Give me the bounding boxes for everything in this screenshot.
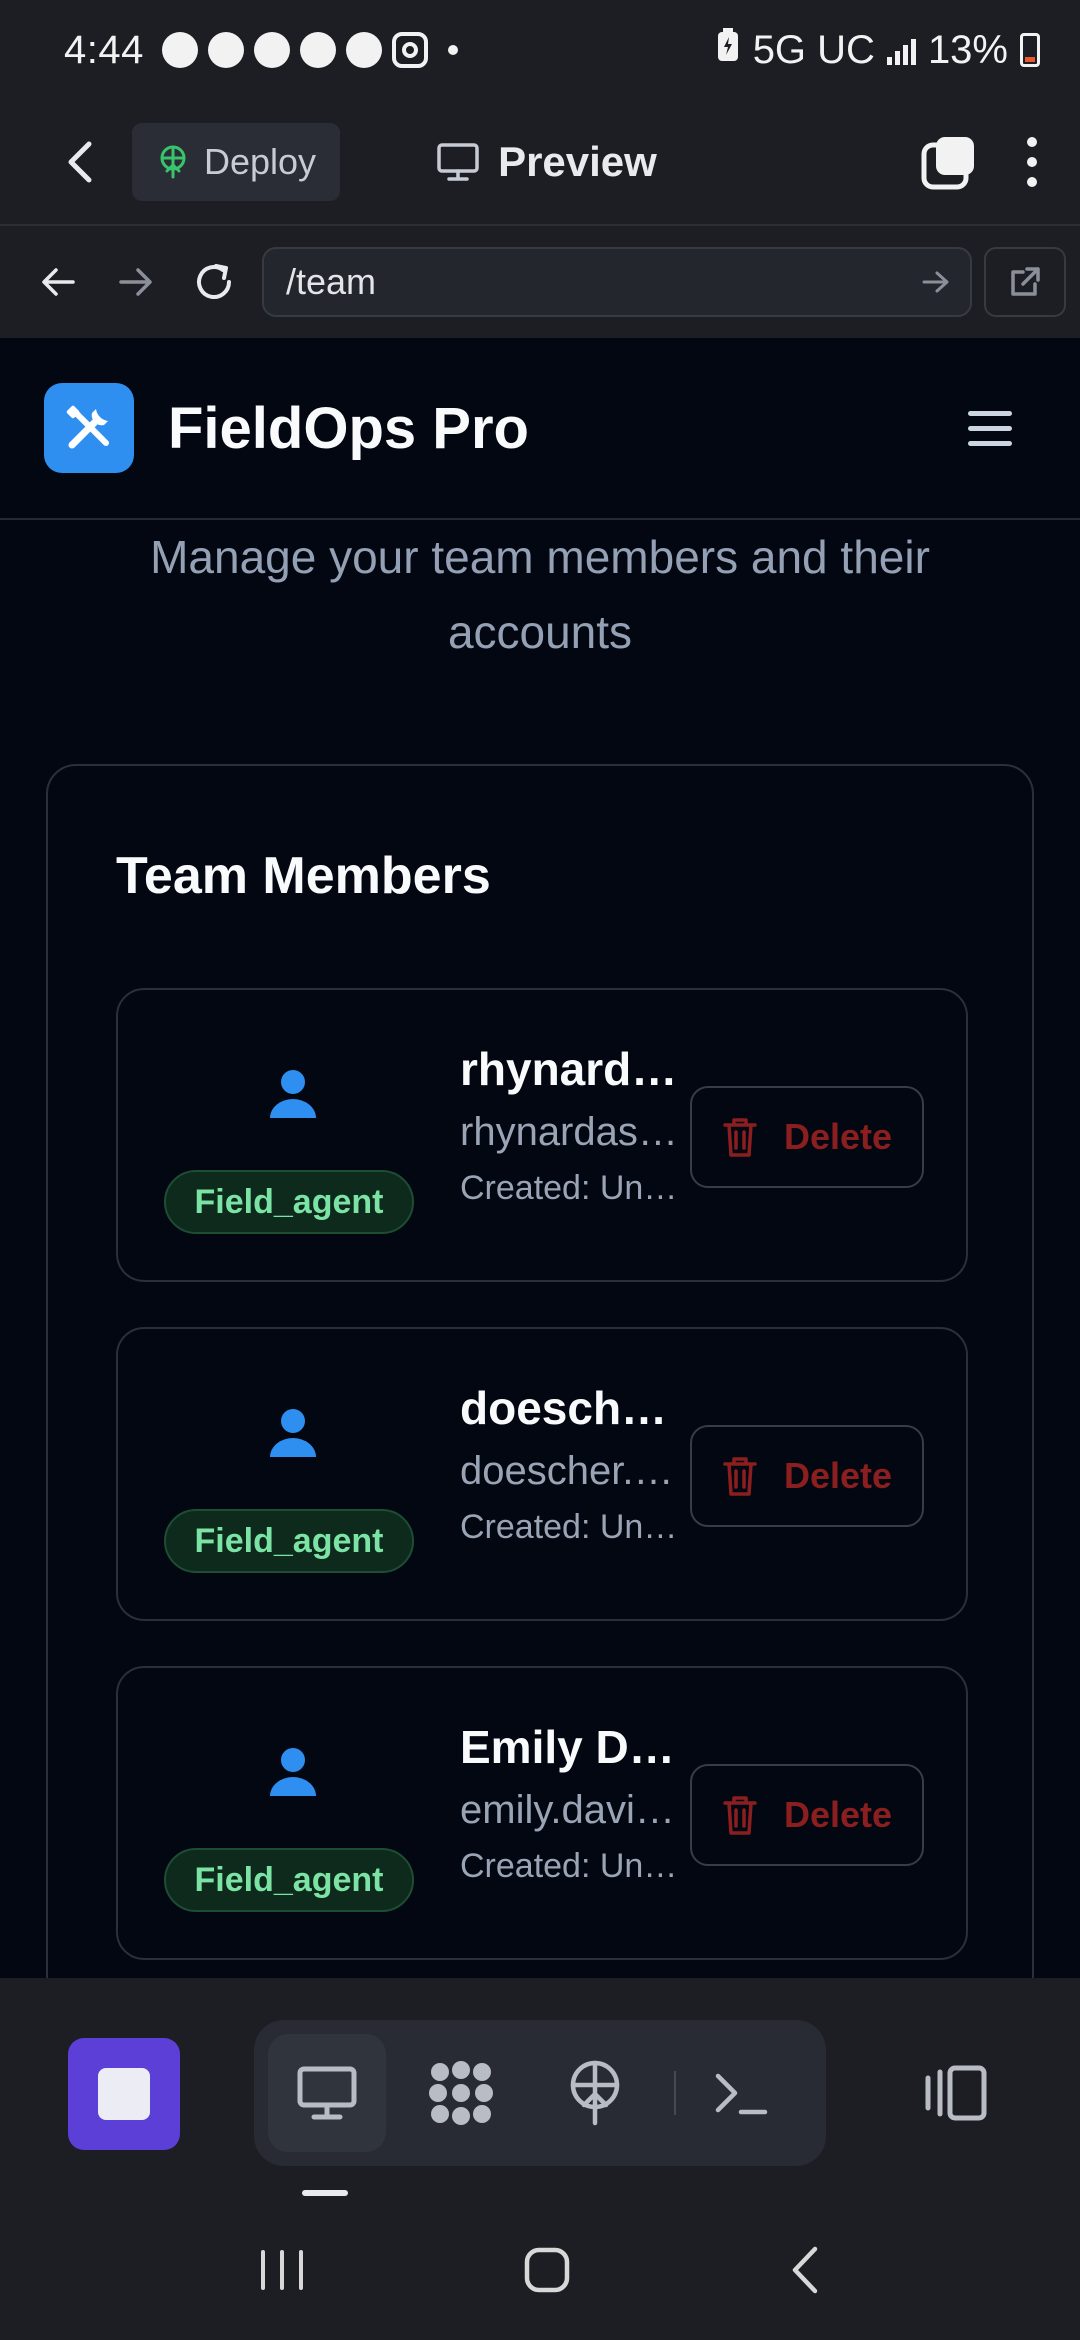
back-button[interactable]: [40, 122, 120, 202]
arrow-right-icon: [119, 268, 152, 296]
member-email: rhynardas…: [460, 1110, 678, 1154]
network-type: 5G UC: [752, 27, 875, 72]
member-email: emily.davi…: [460, 1788, 675, 1832]
notification-icons: [161, 32, 458, 68]
team-members-card: Team Members Field_agent rhynard… rhynar…: [46, 764, 1034, 1978]
dot-icon: [447, 45, 458, 55]
deploy-icon: [570, 2060, 620, 2126]
more-vertical-icon[interactable]: [1024, 134, 1040, 190]
messenger-icon: [345, 32, 382, 68]
stop-button[interactable]: [68, 2038, 180, 2150]
go-arrow-icon[interactable]: [922, 270, 950, 294]
member-info: doesche… doescher.… Created: Un…: [460, 1381, 690, 1547]
reload-button[interactable]: [178, 246, 250, 318]
role-badge: Field_agent: [164, 1848, 414, 1912]
card-title: Team Members: [116, 847, 491, 905]
messenger-icon: [253, 32, 290, 68]
deploy-tab[interactable]: [536, 2034, 654, 2152]
deploy-label: Deploy: [204, 141, 317, 182]
split-view-button[interactable]: [920, 2064, 990, 2127]
workspace-tab[interactable]: [402, 2034, 520, 2152]
deploy-icon: [160, 145, 186, 179]
web-preview: FieldOps Pro Manage your team members an…: [0, 338, 1080, 1978]
open-external-button[interactable]: [984, 247, 1066, 317]
messenger-icon: [207, 32, 244, 68]
trash-icon: [723, 1118, 757, 1157]
member-created: Created: Un…: [460, 1847, 678, 1885]
tools-icon: [66, 405, 109, 449]
deploy-button[interactable]: Deploy: [132, 123, 341, 201]
member-created: Created: Un…: [460, 1169, 678, 1207]
signal-icon: [886, 35, 916, 65]
member-info: Emily Da… emily.davi… Created: Un…: [460, 1720, 690, 1886]
terminal-icon: [715, 2073, 768, 2115]
brand-name: FieldOps Pro: [168, 395, 529, 461]
member-name: Emily Da…: [460, 1721, 690, 1773]
trash-icon: [723, 1796, 757, 1835]
role-badge: Field_agent: [164, 1170, 414, 1234]
preview-title: Preview: [436, 138, 657, 186]
ide-toolbar: [0, 1978, 1080, 2200]
monitor-icon: [297, 2066, 357, 2120]
delete-button[interactable]: Delete: [690, 1764, 924, 1866]
battery-percent: 13%: [927, 27, 1008, 72]
role-badge: Field_agent: [164, 1509, 414, 1573]
url-text: /team: [286, 261, 377, 302]
nav-forward-button[interactable]: [100, 246, 172, 318]
user-icon: [270, 1409, 316, 1457]
chat-icon: [161, 32, 198, 68]
console-tab[interactable]: [682, 2034, 800, 2152]
user-icon: [270, 1748, 316, 1796]
member-card: Field_agent rhynard… rhynardas… Created:…: [116, 988, 968, 1282]
hamburger-menu-button[interactable]: [968, 410, 1028, 446]
member-email: doescher.…: [460, 1449, 674, 1493]
member-info: rhynard… rhynardas… Created: Un…: [460, 1042, 690, 1208]
battery-saver-icon: [715, 27, 741, 73]
nav-back-button[interactable]: [22, 246, 94, 318]
delete-button[interactable]: Delete: [690, 1425, 924, 1527]
preview-label: Preview: [498, 138, 657, 185]
workspace-icon: [429, 2061, 493, 2125]
member-card: Field_agent Emily Da… emily.davi… Create…: [116, 1666, 968, 1960]
status-time: 4:44: [64, 27, 144, 72]
recent-apps-icon[interactable]: [257, 2248, 307, 2292]
member-name: doesche…: [460, 1382, 690, 1434]
url-bar: /team: [0, 224, 1080, 338]
monitor-icon: [437, 143, 479, 181]
external-link-icon: [1011, 267, 1040, 296]
system-nav-bar: [0, 2200, 1080, 2340]
home-icon[interactable]: [522, 2245, 572, 2295]
ide-tab-group: [254, 2020, 826, 2166]
delete-button[interactable]: Delete: [690, 1086, 924, 1188]
trash-icon: [723, 1457, 757, 1496]
url-input[interactable]: /team: [262, 247, 972, 317]
delete-label: Delete: [783, 1794, 893, 1835]
tab-divider: [674, 2071, 676, 2115]
logo[interactable]: [44, 383, 134, 473]
reload-icon: [197, 264, 231, 299]
page-subtitle: Manage your team members and their accou…: [150, 531, 930, 658]
chevron-left-icon: [68, 141, 92, 183]
arrow-left-icon: [42, 268, 75, 296]
status-right: 5G UC 13%: [715, 27, 1040, 73]
app-toolbar: Deploy Preview: [0, 100, 1080, 224]
battery-icon: [1020, 33, 1040, 67]
site-header: FieldOps Pro: [0, 338, 1080, 520]
status-bar: 4:44 5G UC 13%: [0, 0, 1080, 100]
delete-label: Delete: [783, 1116, 893, 1157]
user-icon: [270, 1070, 316, 1118]
member-name: rhynard…: [460, 1043, 678, 1095]
member-created: Created: Un…: [460, 1508, 678, 1546]
messenger-icon: [299, 32, 336, 68]
stop-icon: [98, 2068, 150, 2120]
member-card: Field_agent doesche… doescher.… Created:…: [116, 1327, 968, 1621]
split-view-icon: [925, 2065, 987, 2121]
system-back-icon[interactable]: [787, 2245, 823, 2295]
preview-tab[interactable]: [268, 2034, 386, 2152]
delete-label: Delete: [783, 1455, 893, 1496]
tabs-icon[interactable]: [920, 133, 978, 191]
instagram-icon: [391, 32, 428, 68]
active-tab-indicator: [302, 2190, 348, 2196]
